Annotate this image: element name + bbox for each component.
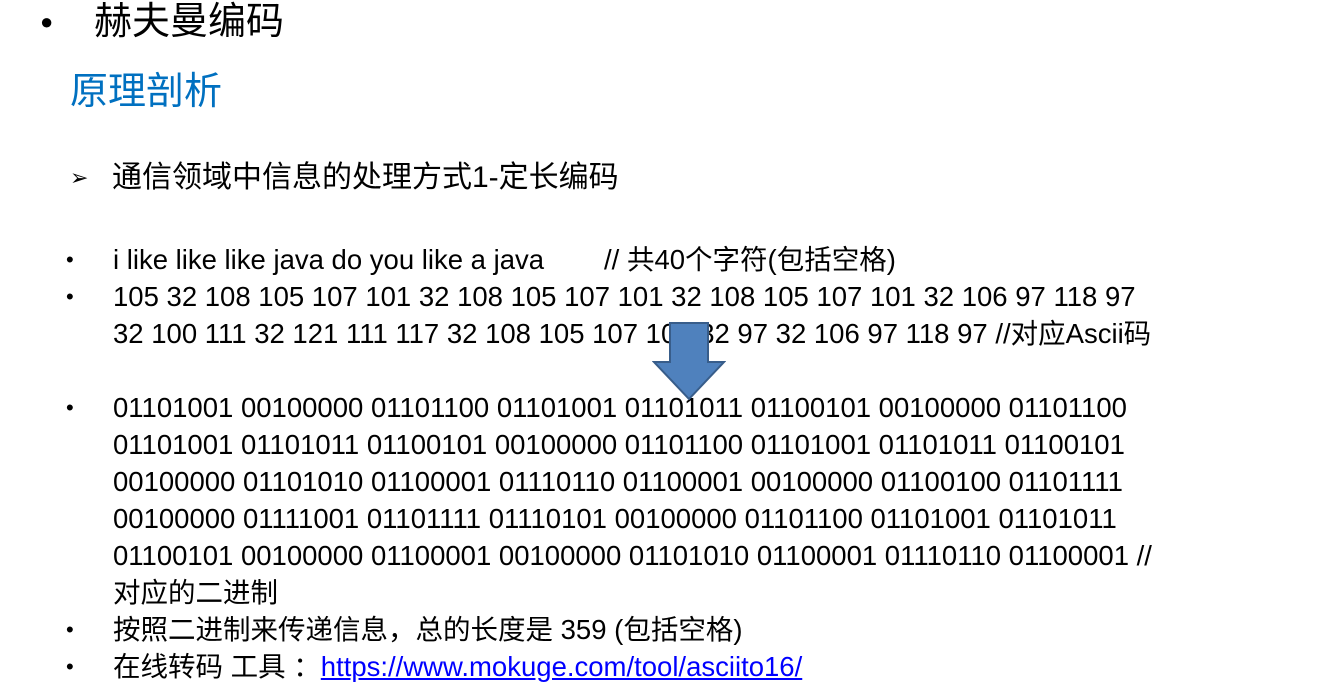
sentence-comment: // 共40个字符(包括空格) — [604, 244, 896, 275]
total-length-text: 按照二进制来传递信息，总的长度是 359 (包括空格) — [113, 614, 743, 645]
ascii-line: 105 32 108 105 107 101 32 108 105 107 10… — [113, 281, 1136, 312]
subheading-row: ➢ 通信领域中信息的处理方式1-定长编码 — [70, 156, 619, 200]
title-row: ● 赫夫曼编码 — [40, 0, 284, 44]
bullet-marker: • — [66, 395, 74, 420]
down-arrow-icon — [652, 322, 726, 400]
bullet-marker: • — [66, 284, 74, 309]
bullet-online-tool: 在线转码 工具 ：https://www.mokuge.com/tool/asc… — [113, 648, 1303, 685]
binary-line: 01101001 01101011 01100101 00100000 0110… — [113, 429, 1125, 460]
binary-line: 01100101 00100000 01100001 00100000 0110… — [113, 540, 1152, 571]
tool-link[interactable]: https://www.mokuge.com/tool/asciito16/ — [321, 651, 802, 682]
bullet-total-length: 按照二进制来传递信息，总的长度是 359 (包括空格) — [113, 611, 1303, 648]
sentence-text: i like like like java do you like a java — [113, 244, 545, 275]
slide-title: 赫夫曼编码 — [94, 1, 285, 43]
bullet-text-sentence: i like like like java do you like a java… — [113, 241, 1303, 278]
bullet-marker: • — [66, 654, 74, 679]
tool-prefix: 在线转码 工具 ： — [113, 651, 321, 682]
bullet-marker: • — [66, 617, 74, 642]
binary-line: 00100000 01111001 01101111 01110101 0010… — [113, 503, 1117, 534]
bullet-binary-codes: 01101001 00100000 01101100 01101001 0110… — [113, 389, 1303, 611]
subheading-arrow-icon: ➢ — [70, 165, 89, 190]
section-title: 原理剖析 — [70, 71, 223, 113]
title-bullet-icon: ● — [40, 9, 54, 34]
binary-line: 对应的二进制 — [113, 577, 278, 608]
subheading-text: 通信领域中信息的处理方式1-定长编码 — [112, 161, 619, 194]
binary-line: 00100000 01101010 01100001 01110110 0110… — [113, 466, 1123, 497]
bullet-marker: • — [66, 247, 74, 272]
